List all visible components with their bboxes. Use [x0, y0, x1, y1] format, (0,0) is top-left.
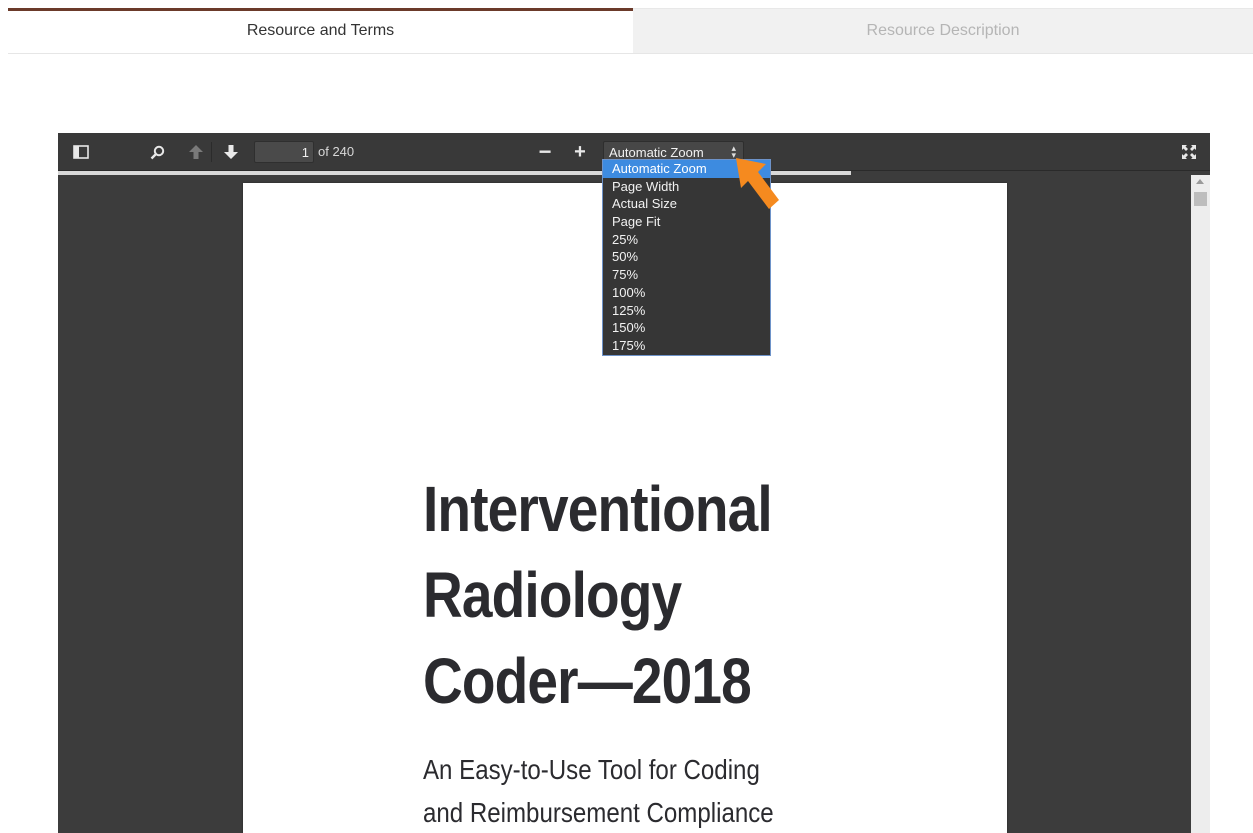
fullscreen-icon: [1182, 145, 1196, 159]
sidebar-toggle-icon: [73, 145, 89, 159]
search-icon: [150, 145, 164, 159]
zoom-option[interactable]: Page Fit: [603, 213, 770, 231]
document-title-line: Interventional: [423, 473, 773, 545]
tab-resource-description[interactable]: Resource Description: [633, 8, 1253, 54]
pdf-viewer: of 240 − + Automatic Zoom ▴▾ Automatic Z…: [58, 133, 1210, 833]
document-title-line: Radiology: [423, 559, 682, 631]
zoom-option[interactable]: 75%: [603, 266, 770, 284]
document-title-line: Coder—2018: [423, 645, 752, 717]
zoom-option[interactable]: 125%: [603, 302, 770, 320]
toolbar-divider: [211, 142, 212, 162]
next-page-button[interactable]: [220, 140, 242, 164]
zoom-option[interactable]: 100%: [603, 284, 770, 302]
tab-bar: Resource and Terms Resource Description: [8, 8, 1253, 54]
document-subtitle: An Easy-to-Use Tool for Coding and Reimb…: [423, 748, 774, 833]
arrow-up-icon: [189, 145, 203, 159]
arrow-down-icon: [224, 145, 238, 159]
previous-page-button[interactable]: [185, 140, 207, 164]
zoom-option[interactable]: 150%: [603, 319, 770, 337]
zoom-out-button[interactable]: −: [534, 139, 556, 164]
document-subtitle-line: An Easy-to-Use Tool for Coding: [423, 754, 760, 785]
zoom-option[interactable]: 175%: [603, 337, 770, 355]
page-count: of 240: [318, 144, 355, 159]
zoom-option[interactable]: 50%: [603, 248, 770, 266]
page-number-input[interactable]: [254, 141, 314, 163]
zoom-in-button[interactable]: +: [569, 140, 591, 164]
document-subtitle-line: and Reimbursement Compliance: [423, 797, 774, 828]
document-title: Interventional Radiology Coder—2018: [423, 466, 905, 724]
search-button[interactable]: [146, 140, 168, 164]
scroll-up-icon[interactable]: [1196, 179, 1204, 184]
zoom-option[interactable]: 25%: [603, 231, 770, 249]
fullscreen-button[interactable]: [1178, 140, 1200, 164]
orange-pointer-arrow-icon: [736, 158, 779, 209]
vertical-scrollbar[interactable]: [1191, 175, 1210, 833]
zoom-select-value: Automatic Zoom: [609, 144, 704, 160]
tab-resource-and-terms[interactable]: Resource and Terms: [8, 8, 633, 54]
sidebar-toggle-button[interactable]: [70, 140, 92, 164]
scroll-thumb[interactable]: [1194, 192, 1207, 206]
